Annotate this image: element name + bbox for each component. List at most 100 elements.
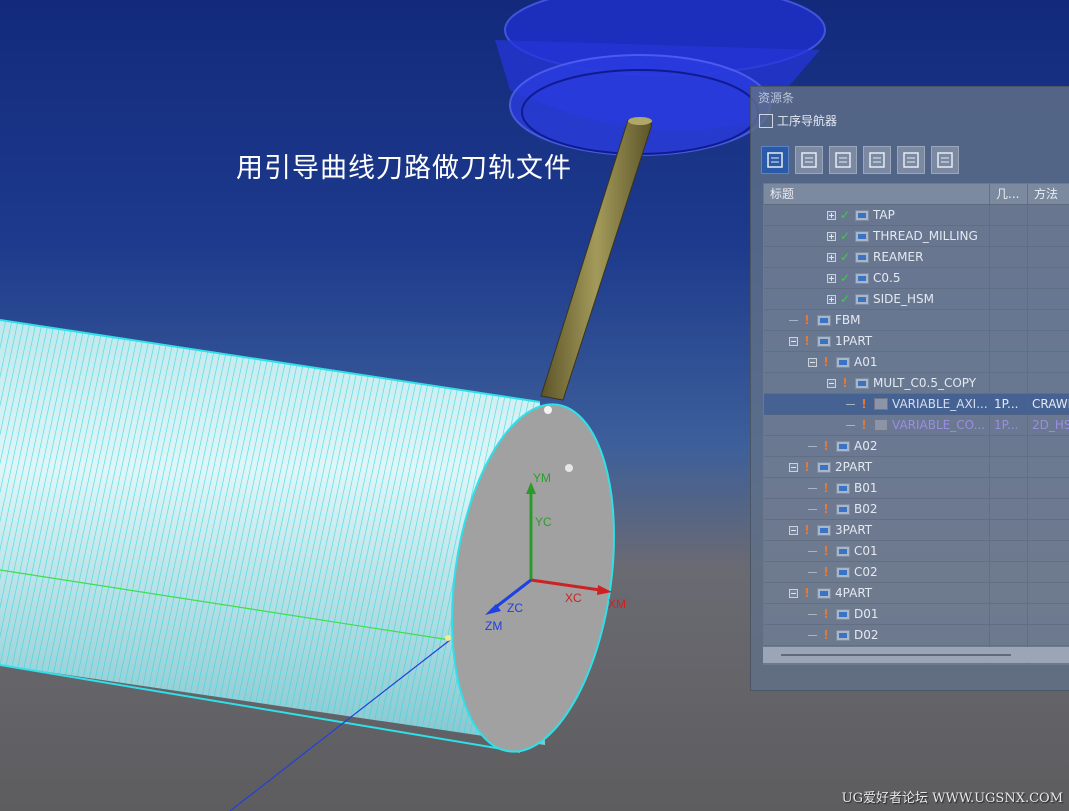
tree-item-label: 1PART (835, 334, 873, 348)
disabled-tool-button[interactable] (931, 146, 959, 174)
tree-cell-name: ! B01 (764, 478, 990, 498)
program-folder-icon (836, 608, 850, 620)
method-cell (1028, 226, 1069, 246)
machine-tool-view-button[interactable] (795, 146, 823, 174)
tree-row[interactable]: ! 3PART (764, 520, 1069, 541)
tree-cell-name: ! B02 (764, 499, 990, 519)
geometry-cell (990, 457, 1028, 477)
regenerate-warning-icon: ! (823, 628, 829, 642)
expand-icon[interactable] (827, 294, 836, 304)
expand-icon[interactable] (827, 210, 836, 220)
program-folder-icon (817, 461, 831, 473)
expand-icon[interactable] (827, 273, 836, 283)
method-cell (1028, 436, 1069, 456)
geometry-cell (990, 205, 1028, 225)
geometry-cell: 1P... (990, 415, 1028, 435)
tree-item-label: C02 (854, 565, 878, 579)
expand-icon[interactable] (827, 252, 836, 262)
method-cell (1028, 625, 1069, 645)
tree-row[interactable]: ! VARIABLE_CO... 1P... 2D_HS (764, 415, 1069, 436)
geometry-cell (990, 541, 1028, 561)
create-operation-button[interactable] (897, 146, 925, 174)
column-header-title[interactable]: 标题 (764, 184, 990, 204)
resource-bar-panel[interactable]: 资源条 工序导航器 标题 几... 方法 ✓ TAP ✓ THREAD_MILLING… (750, 86, 1069, 691)
complete-status-icon: ✓ (839, 250, 851, 264)
column-header-geometry[interactable]: 几... (990, 184, 1028, 204)
tree-row[interactable]: ! 4PART (764, 583, 1069, 604)
navigator-title: 工序导航器 (777, 114, 838, 128)
complete-status-icon: ✓ (839, 208, 851, 222)
tree-row[interactable]: ! A01 (764, 352, 1069, 373)
collapse-icon[interactable] (789, 462, 798, 472)
tree-row[interactable]: ! A02 (764, 436, 1069, 457)
video-caption: 用引导曲线刀路做刀轨文件 (236, 153, 572, 184)
tree-item-label: TAP (873, 208, 895, 222)
tree-row[interactable]: ! 1PART (764, 331, 1069, 352)
expand-icon[interactable] (827, 231, 836, 241)
scrollbar-thumb[interactable] (781, 654, 1011, 656)
navigator-title-row[interactable]: 工序导航器 (751, 109, 1069, 133)
program-folder-icon (855, 293, 869, 305)
table-header: 标题 几... 方法 (764, 184, 1069, 205)
geometry-cell (990, 373, 1028, 393)
tree-cell-name: ! C01 (764, 541, 990, 561)
column-header-method[interactable]: 方法 (1028, 184, 1069, 204)
tree-row[interactable]: ! VARIABLE_AXI... 1P... CRAWI (764, 394, 1069, 415)
tree-row[interactable]: ✓ C0.5 (764, 268, 1069, 289)
geometry-cell (990, 583, 1028, 603)
tree-item-label: 3PART (835, 523, 873, 537)
tree-row[interactable]: ! FBM (764, 310, 1069, 331)
collapse-icon[interactable] (827, 378, 836, 388)
horizontal-scrollbar[interactable] (763, 647, 1069, 663)
method-cell (1028, 499, 1069, 519)
tree-row[interactable]: ✓ SIDE_HSM (764, 289, 1069, 310)
tree-item-label: A01 (854, 355, 878, 369)
tree-connector (808, 550, 817, 552)
collapse-icon[interactable] (789, 336, 798, 346)
collapse-icon[interactable] (789, 588, 798, 598)
tree-row[interactable]: ! B01 (764, 478, 1069, 499)
tree-row[interactable]: ! C01 (764, 541, 1069, 562)
tree-item-label: A02 (854, 439, 878, 453)
geometry-view-button[interactable] (829, 146, 857, 174)
tree-connector (846, 403, 855, 405)
tree-row[interactable]: ! 2PART (764, 457, 1069, 478)
tree-row[interactable]: ! B02 (764, 499, 1069, 520)
tree-row[interactable]: ! MULT_C0.5_COPY (764, 373, 1069, 394)
method-cell (1028, 268, 1069, 288)
tree-cell-name: ! VARIABLE_CO... (764, 415, 990, 435)
method-cell (1028, 373, 1069, 393)
tree-row[interactable]: ! D02 (764, 625, 1069, 646)
tree-row[interactable]: ✓ REAMER (764, 247, 1069, 268)
operation-icon (874, 419, 888, 431)
navigator-toolbar (761, 143, 959, 177)
program-folder-icon (855, 377, 869, 389)
tree-row[interactable]: ! D01 (764, 604, 1069, 625)
navigator-tree-table[interactable]: 标题 几... 方法 ✓ TAP ✓ THREAD_MILLING ✓ REAMER ✓ C0… (763, 183, 1069, 665)
method-cell (1028, 604, 1069, 624)
tree-item-label: 4PART (835, 586, 873, 600)
tree-cell-name: ✓ C0.5 (764, 268, 990, 288)
method-cell (1028, 478, 1069, 498)
regenerate-warning-icon: ! (823, 439, 829, 453)
tree-connector (808, 445, 817, 447)
operation-navigator-icon (759, 114, 773, 128)
collapse-icon[interactable] (789, 525, 798, 535)
regenerate-warning-icon: ! (804, 586, 810, 600)
program-order-view-icon (767, 152, 783, 168)
tree-row[interactable]: ✓ TAP (764, 205, 1069, 226)
tree-connector (789, 319, 798, 321)
program-order-view-button[interactable] (761, 146, 789, 174)
machining-method-view-button[interactable] (863, 146, 891, 174)
regenerate-warning-icon: ! (861, 397, 867, 411)
resource-bar-header: 资源条 (758, 91, 795, 105)
collapse-icon[interactable] (808, 357, 817, 367)
geometry-cell (990, 499, 1028, 519)
regenerate-warning-icon: ! (823, 544, 829, 558)
tree-row[interactable]: ! C02 (764, 562, 1069, 583)
tree-row[interactable]: ✓ THREAD_MILLING (764, 226, 1069, 247)
program-folder-icon (836, 545, 850, 557)
geometry-cell (990, 604, 1028, 624)
regenerate-warning-icon: ! (861, 418, 867, 432)
tree-cell-name: ✓ REAMER (764, 247, 990, 267)
